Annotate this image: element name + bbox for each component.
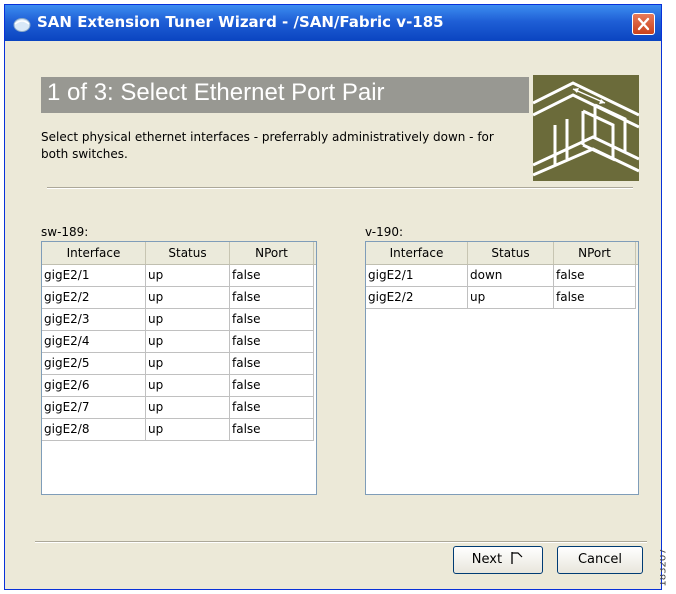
instruction-text: Select physical ethernet interfaces - pr… (41, 130, 494, 161)
cell-interface: gigE2/1 (42, 265, 146, 287)
cell-nport: false (230, 309, 314, 331)
cell-interface: gigE2/3 (42, 309, 146, 331)
title-bar[interactable]: SAN Extension Tuner Wizard - /SAN/Fabric… (5, 5, 661, 41)
right-interface-table[interactable]: Interface Status NPort gigE2/1 down fals… (365, 241, 639, 495)
cell-status: up (146, 353, 230, 375)
cell-nport: false (230, 375, 314, 397)
next-button-label: Next (471, 552, 503, 567)
header-separator (47, 187, 633, 189)
figure-id: 183207 (660, 548, 669, 587)
figure-id-label: 183207 (660, 540, 676, 594)
cell-interface: gigE2/1 (366, 265, 468, 287)
wizard-window: SAN Extension Tuner Wizard - /SAN/Fabric… (4, 4, 662, 590)
table-row[interactable]: gigE2/8 up false (42, 419, 316, 441)
column-header-interface[interactable]: Interface (366, 242, 468, 264)
close-button[interactable] (632, 13, 655, 35)
wizard-logo-icon (533, 75, 639, 181)
app-globe-icon (13, 18, 31, 32)
cell-nport: false (230, 331, 314, 353)
table-row[interactable]: gigE2/6 up false (42, 375, 316, 397)
cell-status: up (146, 309, 230, 331)
table-row[interactable]: gigE2/4 up false (42, 331, 316, 353)
table-row[interactable]: gigE2/7 up false (42, 397, 316, 419)
cell-nport: false (554, 265, 636, 287)
cell-status: up (146, 397, 230, 419)
cell-status: up (146, 375, 230, 397)
cell-interface: gigE2/8 (42, 419, 146, 441)
next-flag-icon (511, 552, 523, 564)
table-row[interactable]: gigE2/2 up false (42, 287, 316, 309)
cell-status: up (146, 331, 230, 353)
footer-separator (35, 541, 647, 543)
cell-nport: false (230, 265, 314, 287)
table-row[interactable]: gigE2/2 up false (366, 287, 638, 309)
column-header-nport[interactable]: NPort (554, 242, 636, 264)
next-button[interactable]: Next (453, 546, 543, 574)
table-header: Interface Status NPort (366, 242, 638, 265)
cell-nport: false (230, 287, 314, 309)
step-title: 1 of 3: Select Ethernet Port Pair (47, 79, 385, 106)
cell-status: down (468, 265, 554, 287)
cell-nport: false (230, 419, 314, 441)
table-row[interactable]: gigE2/5 up false (42, 353, 316, 375)
table-row[interactable]: gigE2/1 down false (366, 265, 638, 287)
cell-status: up (146, 287, 230, 309)
cancel-button[interactable]: Cancel (557, 546, 643, 574)
window-title: SAN Extension Tuner Wizard - /SAN/Fabric… (37, 13, 444, 31)
cell-status: up (146, 419, 230, 441)
right-table-body: gigE2/1 down false gigE2/2 up false (366, 265, 638, 309)
table-row[interactable]: gigE2/3 up false (42, 309, 316, 331)
cell-interface: gigE2/2 (42, 287, 146, 309)
column-header-interface[interactable]: Interface (42, 242, 146, 264)
column-header-status[interactable]: Status (468, 242, 554, 264)
left-switch-label: sw-189: (41, 225, 89, 239)
cell-interface: gigE2/7 (42, 397, 146, 419)
table-header: Interface Status NPort (42, 242, 316, 265)
cell-status: up (146, 265, 230, 287)
column-header-nport[interactable]: NPort (230, 242, 314, 264)
cell-interface: gigE2/4 (42, 331, 146, 353)
table-row[interactable]: gigE2/1 up false (42, 265, 316, 287)
column-header-status[interactable]: Status (146, 242, 230, 264)
left-table-body: gigE2/1 up false gigE2/2 up false gigE2/… (42, 265, 316, 441)
cell-status: up (468, 287, 554, 309)
step-header: 1 of 3: Select Ethernet Port Pair (41, 77, 529, 113)
cell-nport: false (554, 287, 636, 309)
cell-interface: gigE2/2 (366, 287, 468, 309)
cell-interface: gigE2/5 (42, 353, 146, 375)
cell-interface: gigE2/6 (42, 375, 146, 397)
close-icon (637, 17, 650, 31)
right-switch-label: v-190: (365, 225, 404, 239)
cell-nport: false (230, 353, 314, 375)
cell-nport: false (230, 397, 314, 419)
left-interface-table[interactable]: Interface Status NPort gigE2/1 up false … (41, 241, 317, 495)
